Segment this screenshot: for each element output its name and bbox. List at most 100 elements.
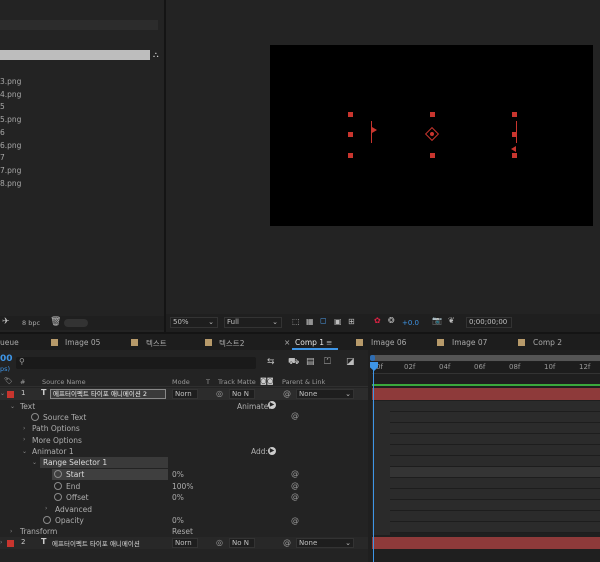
safe-margins-icon[interactable]: ▣	[334, 317, 342, 326]
layer-1-name[interactable]: 에프터이펙트 타이포 애니메이션 2	[50, 389, 166, 399]
tab-image-05[interactable]: Image 05	[65, 338, 100, 347]
project-search-bar[interactable]	[0, 20, 158, 30]
source-text-property[interactable]: Source Text	[43, 413, 86, 422]
work-area-bar[interactable]	[372, 355, 600, 361]
stopwatch-icon[interactable]	[54, 493, 62, 501]
tab-comp-2[interactable]: Comp 2	[533, 338, 562, 347]
shy-layers-icon[interactable]: ▤	[306, 357, 315, 367]
end-value[interactable]: 100%	[172, 482, 193, 491]
expression-pickwhip-icon[interactable]: @	[291, 516, 299, 525]
show-snapshot-icon[interactable]: ❦	[448, 316, 455, 325]
current-time[interactable]: 00	[0, 354, 13, 364]
preserve-transparency-icon[interactable]: ◎	[216, 389, 223, 398]
expand-layer-2-icon[interactable]: ›	[0, 539, 2, 546]
resolution-dropdown[interactable]: Full ⌄	[224, 317, 282, 328]
source-name-header[interactable]: Source Name	[42, 378, 86, 386]
expression-pickwhip-icon[interactable]: @	[291, 411, 299, 420]
project-column-header[interactable]	[0, 50, 150, 60]
range-selector-1-group[interactable]: Range Selector 1	[43, 458, 107, 467]
trash-icon[interactable]: 🗑	[50, 317, 61, 327]
layer-handle[interactable]	[348, 112, 353, 117]
tab-text-2[interactable]: 텍스트2	[219, 338, 244, 349]
exposure-icon[interactable]: ❂	[388, 316, 395, 325]
project-file-item[interactable]: 4.png	[0, 90, 21, 99]
timeline-search-input[interactable]: ⚲	[16, 357, 256, 369]
expression-pickwhip-icon[interactable]: @	[291, 469, 299, 478]
transform-group[interactable]: Transform	[20, 527, 57, 536]
collapsed-arrow-icon[interactable]: ›	[23, 425, 25, 432]
range-end-marker[interactable]	[516, 121, 517, 143]
project-file-item[interactable]: 8.png	[0, 179, 21, 188]
more-options-property[interactable]: More Options	[32, 436, 82, 445]
project-file-item[interactable]: 7	[0, 153, 5, 162]
composition-canvas[interactable]	[270, 45, 593, 226]
bpc-label[interactable]: 8 bpc	[22, 319, 40, 327]
layer-2-duration-bar[interactable]	[372, 537, 600, 549]
layer-2-label-color[interactable]	[7, 540, 14, 547]
project-file-item[interactable]: 5.png	[0, 115, 21, 124]
frame-blending-icon[interactable]: ⏍	[324, 357, 331, 367]
layer-handle[interactable]	[512, 112, 517, 117]
expression-pickwhip-icon[interactable]: @	[291, 492, 299, 501]
layer-handle[interactable]	[512, 153, 517, 158]
add-menu-button[interactable]: ▶	[268, 447, 276, 455]
timecode-display[interactable]: 0;00;00;00	[466, 317, 512, 328]
layer-1-matte-dropdown[interactable]: No N	[229, 389, 255, 399]
playhead-line[interactable]	[373, 370, 374, 562]
layer-1-parent-dropdown[interactable]: None ⌄	[296, 389, 354, 399]
tab-image-07[interactable]: Image 07	[452, 338, 487, 347]
animator-1-group[interactable]: Animator 1	[32, 447, 74, 456]
opacity-property[interactable]: Opacity	[55, 516, 84, 525]
project-file-item[interactable]: 7.png	[0, 166, 21, 175]
start-property[interactable]: Start	[66, 470, 84, 479]
path-options-property[interactable]: Path Options	[32, 424, 80, 433]
layer-2-parent-dropdown[interactable]: None ⌄	[296, 538, 354, 548]
region-of-interest-icon[interactable]: ⬚	[292, 317, 300, 326]
expand-icon[interactable]: ⌄	[10, 403, 15, 410]
start-value[interactable]: 0%	[172, 470, 184, 479]
tab-render-queue[interactable]: ueue	[0, 338, 19, 347]
stopwatch-icon[interactable]	[43, 516, 51, 524]
pick-whip-icon[interactable]: @	[283, 389, 291, 398]
tab-menu-icon[interactable]: ≡	[326, 338, 332, 347]
project-file-item[interactable]: 6	[0, 128, 5, 137]
mask-visibility-icon[interactable]: ◻	[320, 316, 327, 325]
animate-menu-button[interactable]: ▶	[268, 401, 276, 409]
color-channels-icon[interactable]: ✿	[374, 316, 381, 325]
layer-handle[interactable]	[430, 112, 435, 117]
layer-2-name[interactable]: 에프터이펙트 타이포 애니메이션	[52, 538, 166, 548]
layer-handle[interactable]	[348, 132, 353, 137]
stopwatch-icon[interactable]	[54, 470, 62, 478]
layer-2-mode-dropdown[interactable]: Norn	[172, 538, 198, 548]
grid-icon[interactable]: ⊞	[348, 317, 355, 326]
collapsed-arrow-icon[interactable]: ›	[10, 528, 12, 535]
comp-flowchart-icon[interactable]: ⇆	[267, 357, 275, 367]
thumbnail-slider[interactable]	[64, 319, 88, 327]
tab-image-06[interactable]: Image 06	[371, 338, 406, 347]
preserve-transparency-icon[interactable]: ◎	[216, 538, 223, 547]
collapsed-arrow-icon[interactable]: ›	[45, 505, 47, 512]
collapsed-arrow-icon[interactable]: ›	[23, 436, 25, 443]
stopwatch-icon[interactable]	[54, 482, 62, 490]
flowchart-icon[interactable]: ⛬	[153, 50, 162, 59]
draft-3d-icon[interactable]: ⛟	[288, 357, 299, 368]
layer-2-matte-dropdown[interactable]: No N	[229, 538, 255, 548]
tab-text-1[interactable]: 텍스트	[146, 338, 167, 349]
offset-property[interactable]: Offset	[66, 493, 89, 502]
close-icon[interactable]: ×	[284, 338, 290, 347]
layer-handle[interactable]	[348, 153, 353, 158]
motion-blur-icon[interactable]: ◪	[346, 357, 355, 367]
expand-layer-1-icon[interactable]: ⌄	[0, 390, 5, 397]
pick-whip-icon[interactable]: @	[283, 538, 291, 547]
exposure-value[interactable]: +0.0	[402, 319, 419, 327]
camera-snapshot-icon[interactable]: 📷	[432, 316, 442, 325]
layer-1-label-color[interactable]	[7, 391, 14, 398]
layer-1-mode-dropdown[interactable]: Norn	[172, 389, 198, 399]
expand-icon[interactable]: ⌄	[32, 459, 37, 466]
stopwatch-icon[interactable]	[31, 413, 39, 421]
render-queue-icon[interactable]: ✈	[2, 317, 10, 327]
opacity-value[interactable]: 0%	[172, 516, 184, 525]
label-column-icon[interactable]: 🏷	[4, 377, 13, 385]
project-file-item[interactable]: 5	[0, 102, 5, 111]
expression-pickwhip-icon[interactable]: @	[291, 481, 299, 490]
